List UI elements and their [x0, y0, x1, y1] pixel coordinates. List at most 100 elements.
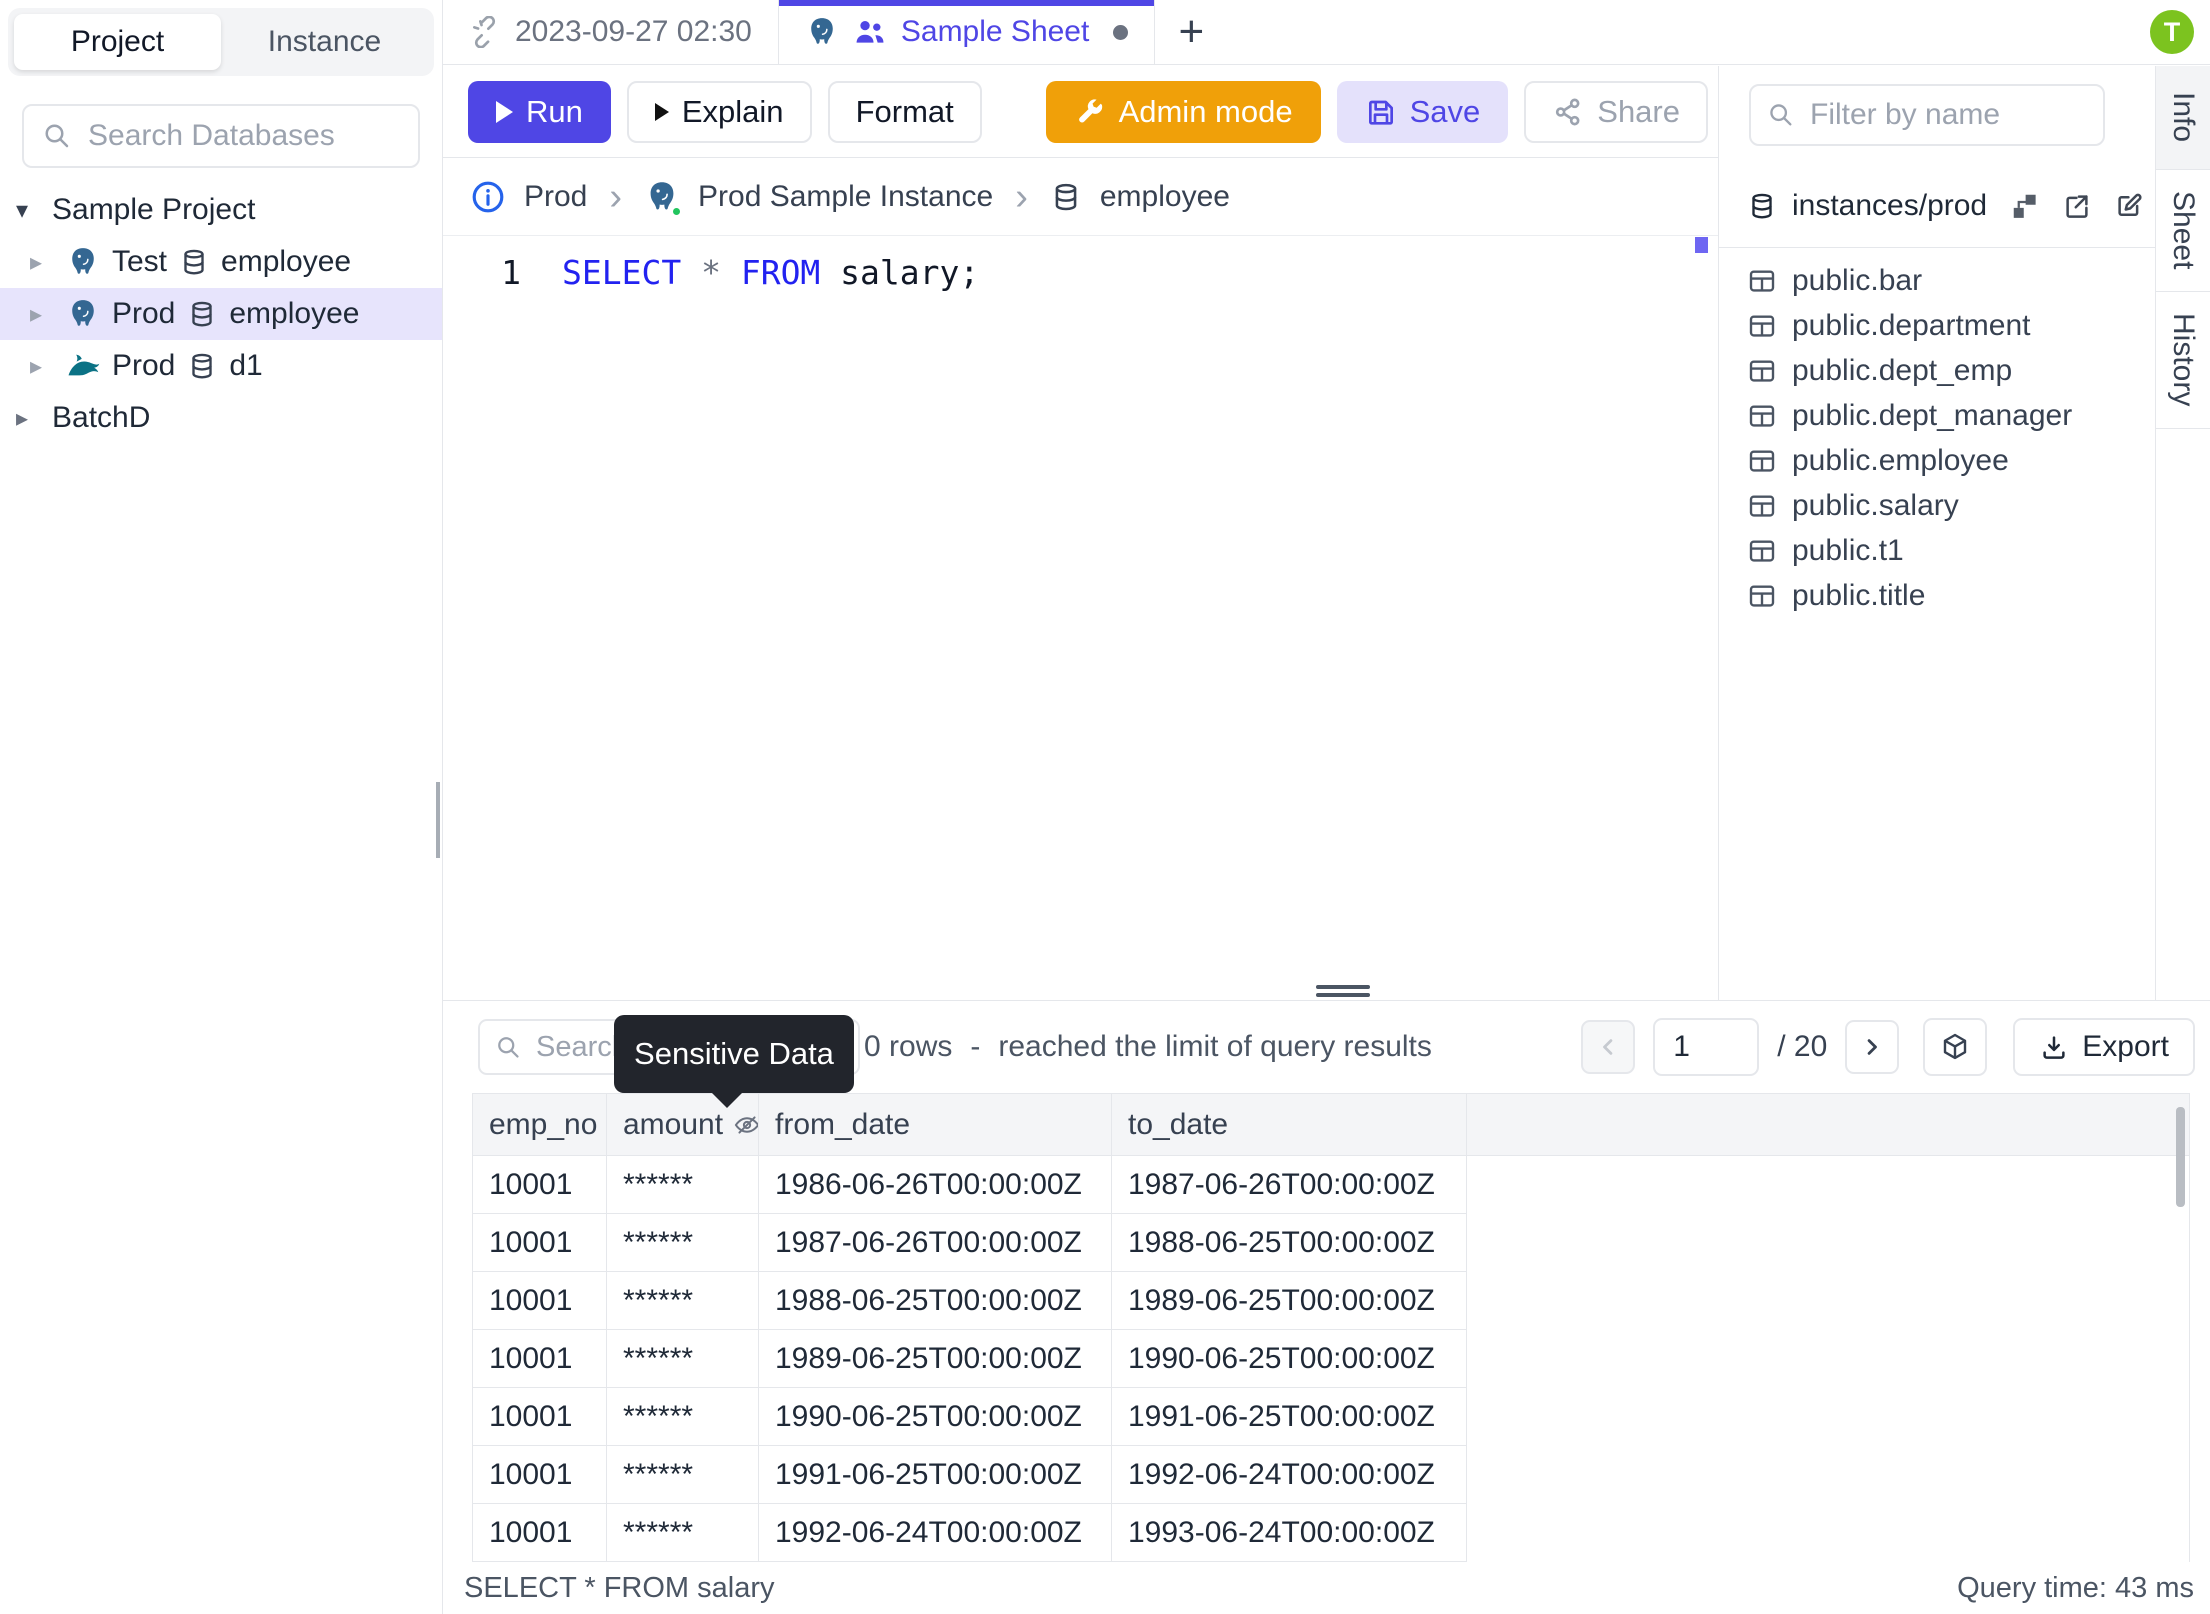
play-icon — [496, 100, 513, 123]
postgres-icon — [66, 297, 100, 331]
eye-off-icon[interactable] — [733, 1111, 758, 1139]
caret-down-icon[interactable]: ▾ — [16, 196, 40, 225]
wrench-icon — [1074, 96, 1106, 128]
database-icon — [1747, 191, 1777, 221]
column-header-to-date[interactable]: to_date — [1111, 1093, 1467, 1156]
table-filter[interactable] — [1749, 84, 2105, 146]
tree-project-batchd[interactable]: ▸ BatchD — [0, 392, 442, 444]
pagination: / 20 Export — [1581, 1018, 2195, 1076]
database-label: employee — [229, 297, 360, 330]
masked-cell[interactable]: ****** — [606, 1155, 759, 1214]
masked-cell[interactable]: ****** — [606, 1503, 759, 1562]
caret-right-icon[interactable]: ▸ — [30, 300, 54, 329]
masked-cell[interactable]: ****** — [606, 1445, 759, 1504]
new-sheet-button[interactable]: + — [1155, 0, 1227, 64]
prev-page-button[interactable] — [1581, 1020, 1636, 1074]
empty-area — [1466, 1155, 2190, 1562]
breadcrumb-environment[interactable]: Prod — [524, 180, 587, 214]
masked-cell[interactable]: ****** — [606, 1387, 759, 1446]
page-total: / 20 — [1777, 1030, 1828, 1063]
table-icon — [1747, 311, 1777, 341]
table-icon — [1747, 356, 1777, 386]
table-icon — [1747, 581, 1777, 611]
schema-diagram-icon[interactable] — [2010, 191, 2040, 221]
admin-mode-button[interactable]: Admin mode — [1045, 80, 1321, 143]
share-button[interactable]: Share — [1524, 80, 1708, 143]
sidebar-mode-tabs: Project Instance — [8, 8, 434, 76]
table-icon — [1747, 446, 1777, 476]
tree-db-prod-employee[interactable]: ▸ Prod employee — [0, 288, 442, 340]
search-databases-input[interactable] — [86, 118, 400, 154]
caret-right-icon[interactable]: ▸ — [30, 352, 54, 381]
database-tree: ▾ Sample Project ▸ Test employee ▸ Prod … — [0, 184, 442, 444]
database-icon — [1050, 181, 1082, 213]
sheet-tab-unsaved[interactable]: 2023-09-27 02:30 — [443, 0, 778, 64]
explain-button[interactable]: Explain — [626, 80, 812, 143]
results-scrollbar[interactable] — [2176, 1107, 2185, 1207]
masked-cell[interactable]: ****** — [606, 1213, 759, 1272]
tab-project[interactable]: Project — [14, 14, 221, 70]
export-button[interactable]: Export — [2013, 1018, 2195, 1076]
breadcrumb-database[interactable]: employee — [1100, 180, 1230, 214]
breadcrumb-instance[interactable]: Prod Sample Instance — [698, 180, 993, 214]
sql-editor[interactable]: 1 SELECT * FROM salary; — [443, 237, 1718, 1000]
tree-project-sample[interactable]: ▾ Sample Project — [0, 184, 442, 236]
tree-db-prod-d1[interactable]: ▸ Prod d1 — [0, 340, 442, 392]
chevron-right-icon: › — [1015, 176, 1028, 218]
masked-cell[interactable]: ****** — [606, 1329, 759, 1388]
database-label: d1 — [229, 349, 263, 382]
table-item[interactable]: public.dept_emp — [1719, 348, 2155, 393]
edit-icon[interactable] — [2114, 191, 2144, 221]
table-row[interactable]: 10001 ****** 1986-06-26T00:00:00Z 1987-0… — [472, 1155, 2190, 1562]
save-button[interactable]: Save — [1336, 80, 1509, 143]
table-item[interactable]: public.department — [1719, 303, 2155, 348]
table-item[interactable]: public.title — [1719, 573, 2155, 618]
project-label: Sample Project — [52, 193, 256, 226]
editor-toolbar: Run Explain Format Admin mode Save Share — [443, 66, 1718, 158]
column-header-emp-no[interactable]: emp_no — [472, 1093, 607, 1156]
masked-cell[interactable]: ****** — [606, 1271, 759, 1330]
run-button[interactable]: Run — [468, 80, 611, 143]
visualize-button[interactable] — [1923, 1018, 1988, 1076]
rail-tab-info[interactable]: Info — [2156, 66, 2210, 170]
sql-line[interactable]: 1 SELECT * FROM salary; — [443, 253, 979, 292]
filter-by-name-input[interactable] — [1808, 97, 2087, 133]
caret-right-icon[interactable]: ▸ — [16, 404, 40, 433]
results-panel: 0 rows - reached the limit of query resu… — [443, 1000, 2210, 1562]
schema-sidebar: instances/prod public.bar public. — [1718, 66, 2155, 1000]
column-header-from-date[interactable]: from_date — [758, 1093, 1112, 1156]
postgres-icon — [66, 245, 100, 279]
tree-db-test-employee[interactable]: ▸ Test employee — [0, 236, 442, 288]
database-icon — [187, 351, 217, 381]
tab-instance[interactable]: Instance — [221, 14, 428, 70]
page-number-input[interactable] — [1653, 1018, 1760, 1076]
left-sidebar: Project Instance ▾ Sample Project ▸ Test — [0, 0, 443, 1614]
table-icon — [1747, 266, 1777, 296]
rail-tab-history[interactable]: History — [2156, 292, 2210, 429]
search-icon — [1767, 101, 1795, 129]
next-page-button[interactable] — [1845, 1020, 1900, 1074]
table-item[interactable]: public.t1 — [1719, 528, 2155, 573]
right-rail: Info Sheet History — [2155, 66, 2210, 1000]
status-bar: SELECT * FROM salary Query time: 43 ms — [443, 1562, 2210, 1614]
external-link-icon[interactable] — [2062, 191, 2092, 221]
rail-tab-sheet[interactable]: Sheet — [2156, 170, 2210, 292]
info-icon[interactable] — [470, 179, 506, 215]
database-icon — [179, 247, 209, 277]
members-icon — [853, 15, 887, 49]
caret-right-icon[interactable]: ▸ — [30, 248, 54, 277]
table-item[interactable]: public.bar — [1719, 258, 2155, 303]
table-item[interactable]: public.salary — [1719, 483, 2155, 528]
database-search[interactable] — [22, 104, 420, 168]
sheet-tab-bar: 2023-09-27 02:30 Sample Sheet + T — [443, 0, 2210, 65]
avatar[interactable]: T — [2150, 10, 2194, 54]
chevron-right-icon: › — [609, 176, 623, 218]
results-resize-handle[interactable] — [1316, 985, 1370, 1001]
table-icon — [1747, 401, 1777, 431]
format-button[interactable]: Format — [827, 80, 982, 143]
table-item[interactable]: public.dept_manager — [1719, 393, 2155, 438]
search-icon — [42, 121, 72, 151]
table-item[interactable]: public.employee — [1719, 438, 2155, 483]
unlink-icon — [469, 16, 501, 48]
sheet-tab-active[interactable]: Sample Sheet — [777, 0, 1156, 64]
